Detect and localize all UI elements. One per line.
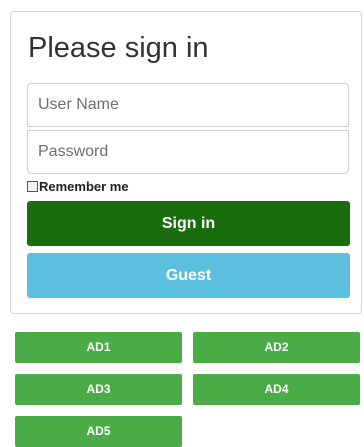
username-input[interactable]	[27, 83, 349, 127]
sign-in-button[interactable]: Sign in	[27, 201, 350, 246]
guest-button[interactable]: Guest	[27, 253, 350, 298]
ad3-button[interactable]: AD3	[15, 374, 182, 405]
login-panel: Please sign in Remember me Sign in Guest	[10, 11, 362, 314]
ad2-button[interactable]: AD2	[193, 332, 360, 363]
page-title: Please sign in	[28, 32, 209, 64]
ad4-button[interactable]: AD4	[193, 374, 360, 405]
ad5-button[interactable]: AD5	[15, 416, 182, 447]
password-input[interactable]	[27, 130, 349, 174]
remember-me-label[interactable]: Remember me	[39, 179, 129, 194]
remember-me-checkbox[interactable]	[27, 180, 38, 192]
remember-me[interactable]: Remember me	[27, 178, 129, 194]
ad1-button[interactable]: AD1	[15, 332, 182, 363]
